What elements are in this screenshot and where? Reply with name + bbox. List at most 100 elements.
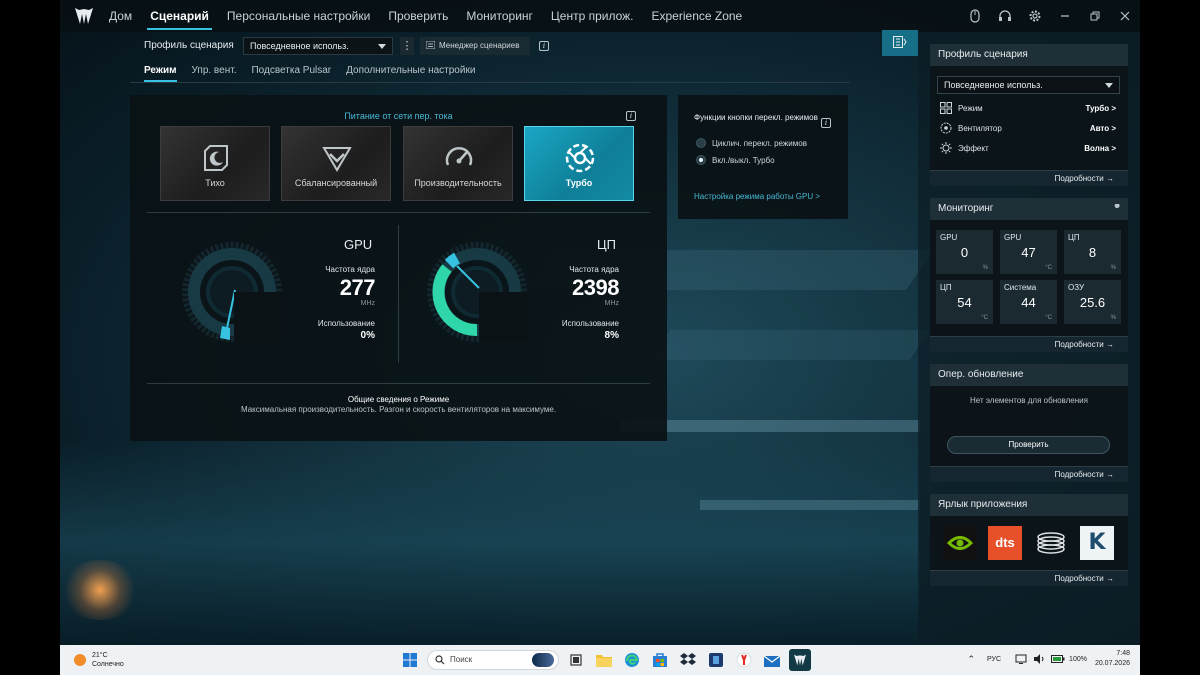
radio-label: Вкл./выкл. Турбо — [712, 155, 775, 165]
k-app-icon[interactable]: K — [1080, 526, 1114, 560]
check-updates-button[interactable]: Проверить — [947, 436, 1110, 454]
search-icon — [435, 655, 445, 665]
predator-sense-taskbar-icon[interactable] — [789, 649, 811, 671]
store-icon[interactable] — [649, 649, 671, 671]
mode-card-turbo[interactable]: Турбо — [524, 126, 634, 201]
gpu-mode-settings-link[interactable]: Настройка режима работы GPU > — [694, 192, 820, 201]
headset-icon[interactable] — [990, 0, 1020, 32]
taskbar-search[interactable]: Поиск — [427, 650, 559, 670]
dts-icon[interactable]: dts — [988, 526, 1022, 560]
volume-icon[interactable] — [1033, 654, 1045, 664]
background-deco — [700, 500, 920, 510]
effect-sun-icon — [940, 142, 952, 154]
nvidia-icon[interactable] — [943, 526, 977, 560]
tab-divider — [130, 82, 850, 83]
cell-unit: % — [1110, 265, 1116, 271]
settings-gear-icon[interactable] — [1020, 0, 1050, 32]
radio-turbo-toggle[interactable]: Вкл./выкл. Турбо — [696, 155, 775, 165]
dropbox-icon[interactable] — [677, 649, 699, 671]
weather-widget[interactable]: 21°C Солнечно — [74, 651, 124, 669]
details-link[interactable]: Подробности → — [930, 570, 1128, 586]
nav-item-app-center[interactable]: Центр прилож. — [542, 0, 643, 32]
monitor-cell-cpu-temp: ЦП 54 °C — [936, 280, 993, 324]
row-label: Вентилятор — [958, 124, 1002, 133]
nav-item-monitoring[interactable]: Мониторинг — [457, 0, 542, 32]
battery-percent: 100% — [1069, 655, 1087, 663]
file-explorer-icon[interactable] — [593, 649, 615, 671]
cell-value: 0 — [960, 245, 969, 260]
profile-dropdown[interactable]: Повседневное использ. — [243, 37, 393, 55]
cell-value: 44 — [1021, 295, 1036, 310]
close-icon[interactable] — [1110, 0, 1140, 32]
disc-stack-icon[interactable] — [1034, 526, 1068, 560]
fan-icon — [940, 122, 952, 134]
restore-icon[interactable] — [1080, 0, 1110, 32]
cell-label: ОЗУ — [1068, 283, 1085, 292]
card-title: Профиль сценария — [930, 44, 1128, 66]
mode-button-functions-panel: Функции кнопки перекл. режимов i Циклич.… — [678, 95, 848, 219]
profile-effect-row[interactable]: Эффект Волна > — [940, 142, 1118, 156]
details-link[interactable]: Подробности → — [930, 336, 1128, 352]
edge-browser-icon[interactable] — [621, 649, 643, 671]
nav-item-personal-settings[interactable]: Персональные настройки — [218, 0, 379, 32]
top-nav-bar: Дом Сценарий Персональные настройки Пров… — [60, 0, 1140, 32]
nav-item-experience-zone[interactable]: Experience Zone — [643, 0, 752, 32]
nav-item-check[interactable]: Проверить — [379, 0, 457, 32]
cell-label: GPU — [940, 233, 958, 242]
info-icon[interactable]: i — [821, 118, 831, 128]
windows-start-icon[interactable] — [399, 649, 421, 671]
radio-button[interactable] — [696, 138, 706, 148]
language-indicator[interactable]: РУС — [987, 656, 1001, 663]
more-options-button[interactable]: ⋮ — [400, 37, 414, 55]
gpu-usage-label: Использование — [317, 319, 375, 328]
panel-collapse-icon — [893, 36, 907, 48]
sidebar-toggle-button[interactable] — [882, 30, 918, 56]
sun-icon — [74, 654, 86, 666]
battery-icon[interactable] — [1051, 655, 1065, 663]
mail-icon[interactable] — [761, 649, 783, 671]
nav-item-scenario[interactable]: Сценарий — [141, 0, 218, 32]
app-blue-square-icon[interactable] — [705, 649, 727, 671]
info-icon[interactable]: i — [539, 41, 549, 51]
profile-label: Профиль сценария — [144, 40, 234, 51]
nav-item-home[interactable]: Дом — [100, 0, 141, 32]
mode-panel: Питание от сети пер. тока i Тихо Сбаланс… — [130, 95, 667, 441]
mode-card-balanced[interactable]: Сбалансированный — [281, 126, 391, 201]
clock[interactable]: 7:48 20.07.2026 — [1095, 649, 1130, 669]
info-icon[interactable]: i — [626, 111, 636, 121]
gpu-freq-unit: MHz — [360, 300, 375, 307]
screen: Дом Сценарий Персональные настройки Пров… — [0, 0, 1200, 645]
background-deco — [649, 330, 931, 360]
monitoring-card: Мониторинг GPU 0 % GPU 47 °C ЦП 8 % ЦП 5… — [930, 198, 1128, 352]
profile-mode-row[interactable]: Режим Турбо > — [940, 102, 1118, 116]
scenario-manager-button[interactable]: Менеджер сценариев — [420, 37, 530, 55]
mode-card-quiet[interactable]: Тихо — [160, 126, 270, 201]
profile-fan-row[interactable]: Вентилятор Авто > — [940, 122, 1118, 136]
minimize-icon[interactable] — [1050, 0, 1080, 32]
mode-card-performance[interactable]: Производительность — [403, 126, 513, 201]
task-view-icon[interactable] — [565, 649, 587, 671]
cpu-usage-value: 8% — [604, 330, 619, 341]
sidebar-profile-dropdown[interactable]: Повседневное использ. — [937, 76, 1120, 94]
tab-additional-settings[interactable]: Дополнительные настройки — [346, 64, 475, 82]
yandex-browser-icon[interactable] — [733, 649, 755, 671]
tab-fan-control[interactable]: Упр. вент. — [192, 64, 237, 82]
balanced-chevron-icon — [322, 147, 352, 172]
tab-mode[interactable]: Режим — [144, 64, 177, 82]
tab-pulsar-lighting[interactable]: Подсветка Pulsar — [251, 64, 331, 82]
divider — [147, 212, 650, 213]
details-link[interactable]: Подробности → — [930, 170, 1128, 186]
radio-button-selected[interactable] — [696, 155, 706, 165]
details-link[interactable]: Подробности → — [930, 466, 1128, 482]
cell-unit: % — [1110, 315, 1116, 321]
chevron-up-icon[interactable]: ⌃ — [967, 654, 975, 665]
mouse-icon[interactable] — [960, 0, 990, 32]
summary-text: Максимальная производительность. Разгон … — [240, 405, 557, 414]
list-icon — [425, 40, 436, 50]
wrench-icon[interactable] — [1112, 204, 1122, 214]
radio-cycle-modes[interactable]: Циклич. перекл. режимов — [696, 138, 807, 148]
row-value: Турбо > — [1085, 104, 1116, 113]
network-icon[interactable] — [1015, 654, 1027, 664]
profile-card: Профиль сценария Повседневное использ. Р… — [930, 44, 1128, 186]
mode-label: Тихо — [205, 178, 225, 188]
